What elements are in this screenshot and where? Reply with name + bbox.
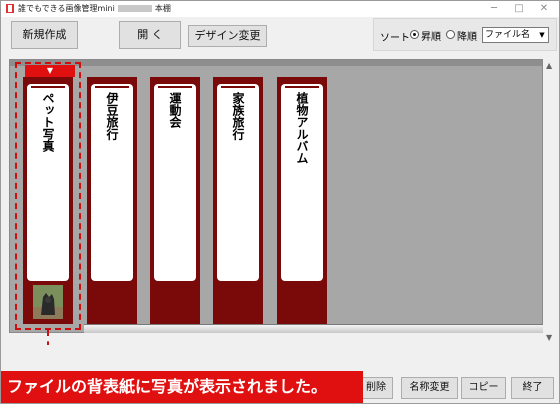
binder-plant-album[interactable]: 植物アルバム <box>277 77 327 324</box>
delete-button[interactable]: 削除 <box>359 377 393 399</box>
title-redacted <box>117 5 152 12</box>
close-button[interactable]: ✕ <box>531 1 557 17</box>
selected-marker-icon: ▼ <box>25 65 75 77</box>
vertical-scrollbar[interactable]: ▲ ▼ <box>543 59 559 345</box>
shelf-board <box>84 324 544 333</box>
maximize-button[interactable]: □ <box>506 1 532 17</box>
app-window: 誰でもできる画像管理mini 本棚 ─ □ ✕ 新規作成 開 く デザイン変更 ソ… <box>0 0 560 404</box>
title-bar: 誰でもできる画像管理mini 本棚 ─ □ ✕ <box>1 1 559 17</box>
binder-spine-label: 植物アルバム <box>281 84 323 281</box>
sort-asc-label[interactable]: 昇順 <box>421 28 441 43</box>
binder-izu-trip[interactable]: 伊豆旅行 <box>87 77 137 324</box>
chevron-down-icon[interactable]: ▼ <box>536 28 548 42</box>
minimize-button[interactable]: ─ <box>481 1 507 17</box>
scroll-down-icon[interactable]: ▼ <box>546 333 552 342</box>
window-title: 誰でもできる画像管理mini 本棚 <box>18 3 171 14</box>
callout-banner: ファイルの背表紙に写真が表示されました。 <box>1 371 363 403</box>
binder-sports-day[interactable]: 運動会 <box>150 77 200 324</box>
sort-label: ソート <box>380 33 410 44</box>
sort-field-select[interactable]: ファイル名 ▼ <box>482 27 549 43</box>
open-button[interactable]: 開 く <box>119 21 181 49</box>
binder-title: 伊豆旅行 <box>105 92 119 140</box>
binder-spine-label: 家族旅行 <box>217 84 259 281</box>
window-title-suffix: 本棚 <box>154 4 171 13</box>
sort-desc-radio[interactable] <box>446 30 455 39</box>
sort-desc-label[interactable]: 降順 <box>457 28 477 43</box>
window-title-prefix: 誰でもできる画像管理mini <box>18 4 115 13</box>
app-icon <box>6 4 14 13</box>
binder-title: 家族旅行 <box>231 92 245 140</box>
binder-spine-label: 伊豆旅行 <box>91 84 133 281</box>
shelf-top <box>10 60 542 66</box>
binder-title: 運動会 <box>168 92 182 128</box>
toolbar: 新規作成 開 く デザイン変更 ソート 昇順 降順 ファイル名 ▼ <box>1 17 559 53</box>
copy-button[interactable]: コピー <box>461 377 506 399</box>
sort-field-value: ファイル名 <box>485 30 531 40</box>
scroll-up-icon[interactable]: ▲ <box>546 61 552 70</box>
sort-asc-radio[interactable] <box>410 30 419 39</box>
design-change-button[interactable]: デザイン変更 <box>188 25 267 47</box>
sort-panel: ソート 昇順 降順 ファイル名 ▼ <box>373 18 557 51</box>
binder-spine-label: 運動会 <box>154 84 196 281</box>
binder-title: 植物アルバム <box>295 92 309 164</box>
binder-family-trip[interactable]: 家族旅行 <box>213 77 263 324</box>
exit-button[interactable]: 終了 <box>511 377 554 399</box>
rename-button[interactable]: 名称変更 <box>401 377 458 399</box>
new-button[interactable]: 新規作成 <box>11 21 78 49</box>
selection-highlight <box>15 62 81 330</box>
